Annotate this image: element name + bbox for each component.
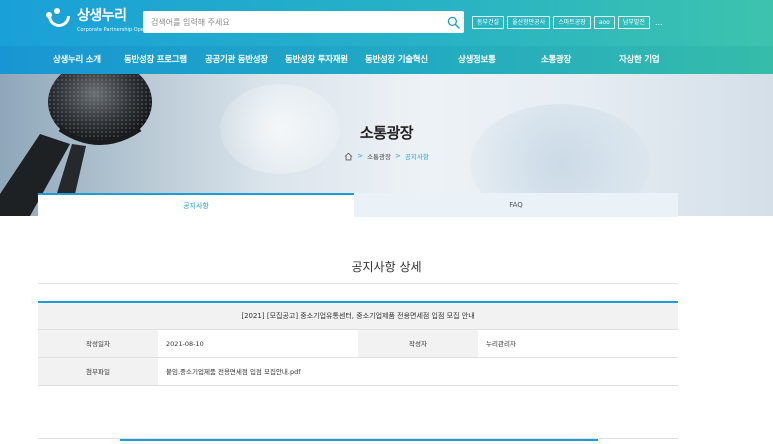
more-quick-links[interactable]: ...: [655, 18, 663, 27]
search-button[interactable]: [442, 11, 464, 33]
notice-title: [2021] [모집공고] 중소기업유통센터, 중소기업제품 전용면세점 입점 …: [38, 303, 678, 330]
notice-detail-table: [2021] [모집공고] 중소기업유통센터, 중소기업제품 전용면세점 입점 …: [38, 301, 678, 439]
home-icon[interactable]: [344, 152, 353, 161]
tab-notice[interactable]: 공지사항: [38, 193, 354, 217]
divider: [38, 283, 678, 284]
attachment-link[interactable]: 붙임.중소기업제품 전용면세점 입점 모집안내.pdf: [158, 358, 678, 385]
notice-content: [38, 386, 678, 439]
breadcrumb: > 소통광장 > 공지사항: [0, 151, 773, 161]
nav-item-community[interactable]: 소통광장: [541, 46, 571, 74]
nav-item-tech[interactable]: 동반성장 기술혁신: [365, 46, 428, 74]
quick-link-3[interactable]: 스마트공장: [553, 16, 591, 29]
content-divider: [120, 439, 598, 441]
author-label: 작성자: [358, 330, 478, 357]
logo-icon: [46, 8, 72, 28]
quick-link-2[interactable]: 울산항만공사: [507, 16, 551, 29]
nav-item-program[interactable]: 동반성장 프로그램: [124, 46, 187, 74]
breadcrumb-separator: >: [395, 152, 401, 160]
breadcrumb-item-notice[interactable]: 공지사항: [405, 151, 429, 161]
search-input[interactable]: [143, 11, 442, 33]
nav-item-investment[interactable]: 동반성장 투자재원: [285, 46, 348, 74]
quick-link-1[interactable]: 동부건설: [472, 16, 505, 29]
main-nav: 상생누리 소개 동반성장 프로그램 공공기관 동반성장 동반성장 투자재원 동반…: [0, 46, 773, 74]
table-row: 첨부파일 붙임.중소기업제품 전용면세점 입점 모집안내.pdf: [38, 358, 678, 386]
attachment-label: 첨부파일: [38, 358, 158, 385]
nav-item-info[interactable]: 상생정보통: [458, 46, 496, 74]
tab-bar: 공지사항 FAQ: [38, 193, 678, 217]
nav-item-public[interactable]: 공공기관 동반성장: [205, 46, 268, 74]
quick-link-4[interactable]: aoo: [593, 16, 615, 29]
hero-title: 소통광장: [359, 124, 414, 142]
table-row: 작성일자 2021-08-10 작성자 누리관리자: [38, 330, 678, 358]
date-value: 2021-08-10: [166, 340, 204, 348]
tab-faq[interactable]: FAQ: [354, 193, 678, 217]
nav-item-companies[interactable]: 자상한 기업: [619, 46, 660, 74]
author-value: 누리관리자: [486, 340, 516, 348]
header-bar: 상생누리 Corporate Partnership Open Platform…: [0, 0, 773, 46]
date-label: 작성일자: [38, 330, 158, 357]
search-icon: [447, 16, 460, 29]
search-box: [143, 11, 464, 33]
page-title: 공지사항 상세: [351, 260, 422, 274]
breadcrumb-separator: >: [357, 152, 364, 160]
quick-links: 동부건설 울산항만공사 스마트공장 aoo 남부발전 ...: [472, 16, 663, 29]
nav-item-intro[interactable]: 상생누리 소개: [53, 46, 101, 74]
breadcrumb-item-community[interactable]: 소통광장: [367, 151, 391, 161]
quick-link-5[interactable]: 남부발전: [617, 16, 650, 29]
